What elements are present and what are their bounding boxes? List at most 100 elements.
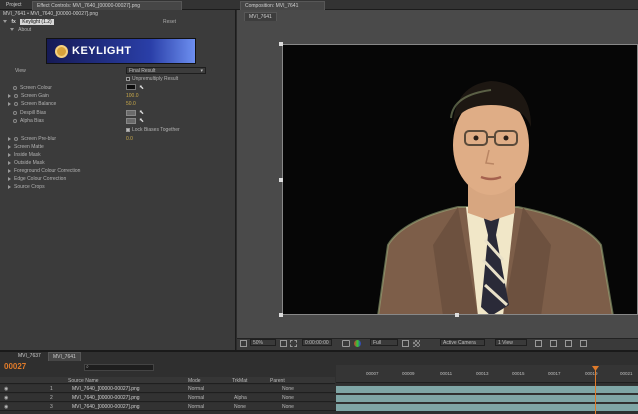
alpha-bias-row[interactable]: Alpha Bias: [8, 118, 44, 124]
timeline-tab-1[interactable]: MVI_7637: [14, 352, 45, 361]
always-preview-icon[interactable]: [240, 340, 247, 347]
visibility-eye-icon[interactable]: ◉: [4, 386, 8, 392]
layer-source-name[interactable]: MVI_7640_[00000-00027].png: [72, 395, 140, 401]
views-dropdown[interactable]: 1 View: [495, 339, 527, 346]
despill-bias-swatch[interactable]: [126, 110, 136, 116]
alpha-bias-swatch[interactable]: [126, 118, 136, 124]
expand-icon[interactable]: [8, 184, 11, 189]
eyedropper-icon[interactable]: ⬉: [139, 84, 145, 91]
group-screen-matte[interactable]: Screen Matte: [8, 144, 44, 150]
layer-duration-bar[interactable]: [336, 404, 638, 411]
stopwatch-icon[interactable]: [13, 85, 17, 90]
expand-icon[interactable]: [8, 144, 11, 149]
group-edge-colour-correction[interactable]: Edge Colour Correction: [8, 176, 66, 182]
screen-colour-label: Screen Colour: [20, 85, 52, 91]
layer-duration-bar[interactable]: [336, 386, 638, 393]
lock-biases-checkbox[interactable]: Lock Biases Together: [126, 127, 180, 133]
header-trkmat[interactable]: TrkMat: [232, 378, 247, 384]
expand-icon[interactable]: [8, 136, 11, 141]
current-time-display[interactable]: 00027: [4, 362, 26, 371]
checkbox-icon[interactable]: [126, 76, 130, 81]
grid-icon[interactable]: [290, 340, 297, 347]
layer-parent[interactable]: None: [282, 404, 294, 410]
group-outside-mask[interactable]: Outside Mask: [8, 160, 45, 166]
expand-icon[interactable]: [8, 168, 11, 173]
stopwatch-icon[interactable]: [14, 136, 18, 141]
keylight-effect-header[interactable]: fx Keylight (1.2) Reset: [3, 19, 235, 25]
screen-colour-swatch[interactable]: [126, 84, 136, 90]
composition-viewer[interactable]: [282, 44, 638, 315]
timeline-icon[interactable]: [565, 340, 572, 347]
comp-corner-handle[interactable]: [455, 313, 459, 317]
comp-corner-handle[interactable]: [279, 178, 283, 182]
eyedropper-icon[interactable]: ⬉: [139, 109, 144, 116]
screen-gain-value[interactable]: 100.0: [126, 94, 139, 99]
tab-project[interactable]: Project: [2, 1, 26, 10]
reset-link[interactable]: Reset: [163, 19, 176, 25]
safe-zones-icon[interactable]: [280, 340, 287, 347]
group-source-crops[interactable]: Source Crops: [8, 184, 45, 190]
region-of-interest-icon[interactable]: [402, 340, 409, 347]
stopwatch-icon[interactable]: [14, 93, 18, 98]
visibility-eye-icon[interactable]: ◉: [4, 395, 8, 401]
layer-source-name[interactable]: MVI_7640_[00000-00027].png: [72, 404, 140, 410]
screen-colour-row[interactable]: Screen Colour: [8, 85, 52, 91]
stopwatch-icon[interactable]: [14, 101, 18, 106]
tab-composition[interactable]: Composition: MVI_7641: [240, 1, 325, 10]
header-parent[interactable]: Parent: [270, 378, 285, 384]
screen-balance-value[interactable]: 50.0: [126, 102, 136, 107]
layer-parent[interactable]: None: [282, 395, 294, 401]
transparency-grid-icon[interactable]: [413, 340, 420, 347]
visibility-eye-icon[interactable]: ◉: [4, 404, 8, 410]
layer-mode[interactable]: Normal: [188, 386, 204, 392]
checkbox-checked-icon[interactable]: [126, 127, 130, 132]
comp-corner-handle[interactable]: [279, 42, 283, 46]
unpremultiply-checkbox[interactable]: Unpremultiply Result: [126, 76, 178, 82]
screen-preblur-row[interactable]: Screen Pre-blur: [8, 136, 56, 142]
expand-icon[interactable]: [8, 176, 11, 181]
header-mode[interactable]: Mode: [188, 378, 201, 384]
screen-balance-row[interactable]: Screen Balance: [8, 101, 56, 107]
expand-icon[interactable]: [3, 20, 7, 24]
tab-effect-controls[interactable]: Effect Controls: MVI_7640_[00000-00027].…: [32, 1, 182, 10]
fx-icon[interactable]: fx: [11, 19, 15, 25]
view-dropdown[interactable]: Final Result ▾: [126, 67, 206, 74]
expand-icon[interactable]: [8, 101, 11, 106]
layer-mode[interactable]: Normal: [188, 404, 204, 410]
zoom-dropdown[interactable]: 50%: [250, 339, 276, 346]
current-time-indicator[interactable]: [595, 368, 596, 414]
keyed-presenter-image: [377, 81, 614, 314]
camera-dropdown[interactable]: Active Camera: [440, 339, 485, 346]
layer-trkmat[interactable]: None: [234, 404, 246, 410]
layer-trkmat[interactable]: Alpha: [234, 395, 247, 401]
timeline-tab-2[interactable]: MVI_7641: [48, 352, 81, 361]
toggle-pixel-icon[interactable]: [535, 340, 542, 347]
stopwatch-icon[interactable]: [13, 110, 17, 115]
layer-mode[interactable]: Normal: [188, 395, 204, 401]
resolution-dropdown[interactable]: Full: [370, 339, 398, 346]
eyedropper-icon[interactable]: ⬉: [139, 117, 144, 124]
layer-duration-bar[interactable]: [336, 395, 638, 402]
screen-gain-row[interactable]: Screen Gain: [8, 93, 49, 99]
show-channel-icon[interactable]: [354, 340, 361, 347]
snapshot-icon[interactable]: [342, 340, 350, 347]
despill-bias-row[interactable]: Despill Bias: [8, 110, 46, 116]
comp-subtab[interactable]: MVI_7641: [244, 12, 277, 21]
timeline-search-input[interactable]: [84, 364, 154, 371]
expand-icon[interactable]: [8, 160, 11, 165]
layer-source-name[interactable]: MVI_7640_[00000-00027].png: [72, 386, 140, 392]
timecode-field[interactable]: 0:00:00:00: [302, 339, 332, 346]
flowchart-icon[interactable]: [580, 340, 587, 347]
layer-parent[interactable]: None: [282, 386, 294, 392]
group-inside-mask[interactable]: Inside Mask: [8, 152, 41, 158]
expand-icon[interactable]: [10, 28, 14, 32]
expand-icon[interactable]: [8, 152, 11, 157]
expand-icon[interactable]: [8, 93, 11, 98]
header-source-name[interactable]: Source Name: [68, 378, 99, 384]
fast-previews-icon[interactable]: [550, 340, 557, 347]
comp-corner-handle[interactable]: [279, 313, 283, 317]
group-foreground-colour-correction[interactable]: Foreground Colour Correction: [8, 168, 80, 174]
stopwatch-icon[interactable]: [13, 118, 17, 123]
about-row[interactable]: About: [10, 27, 31, 33]
screen-preblur-value[interactable]: 0.0: [126, 137, 133, 142]
